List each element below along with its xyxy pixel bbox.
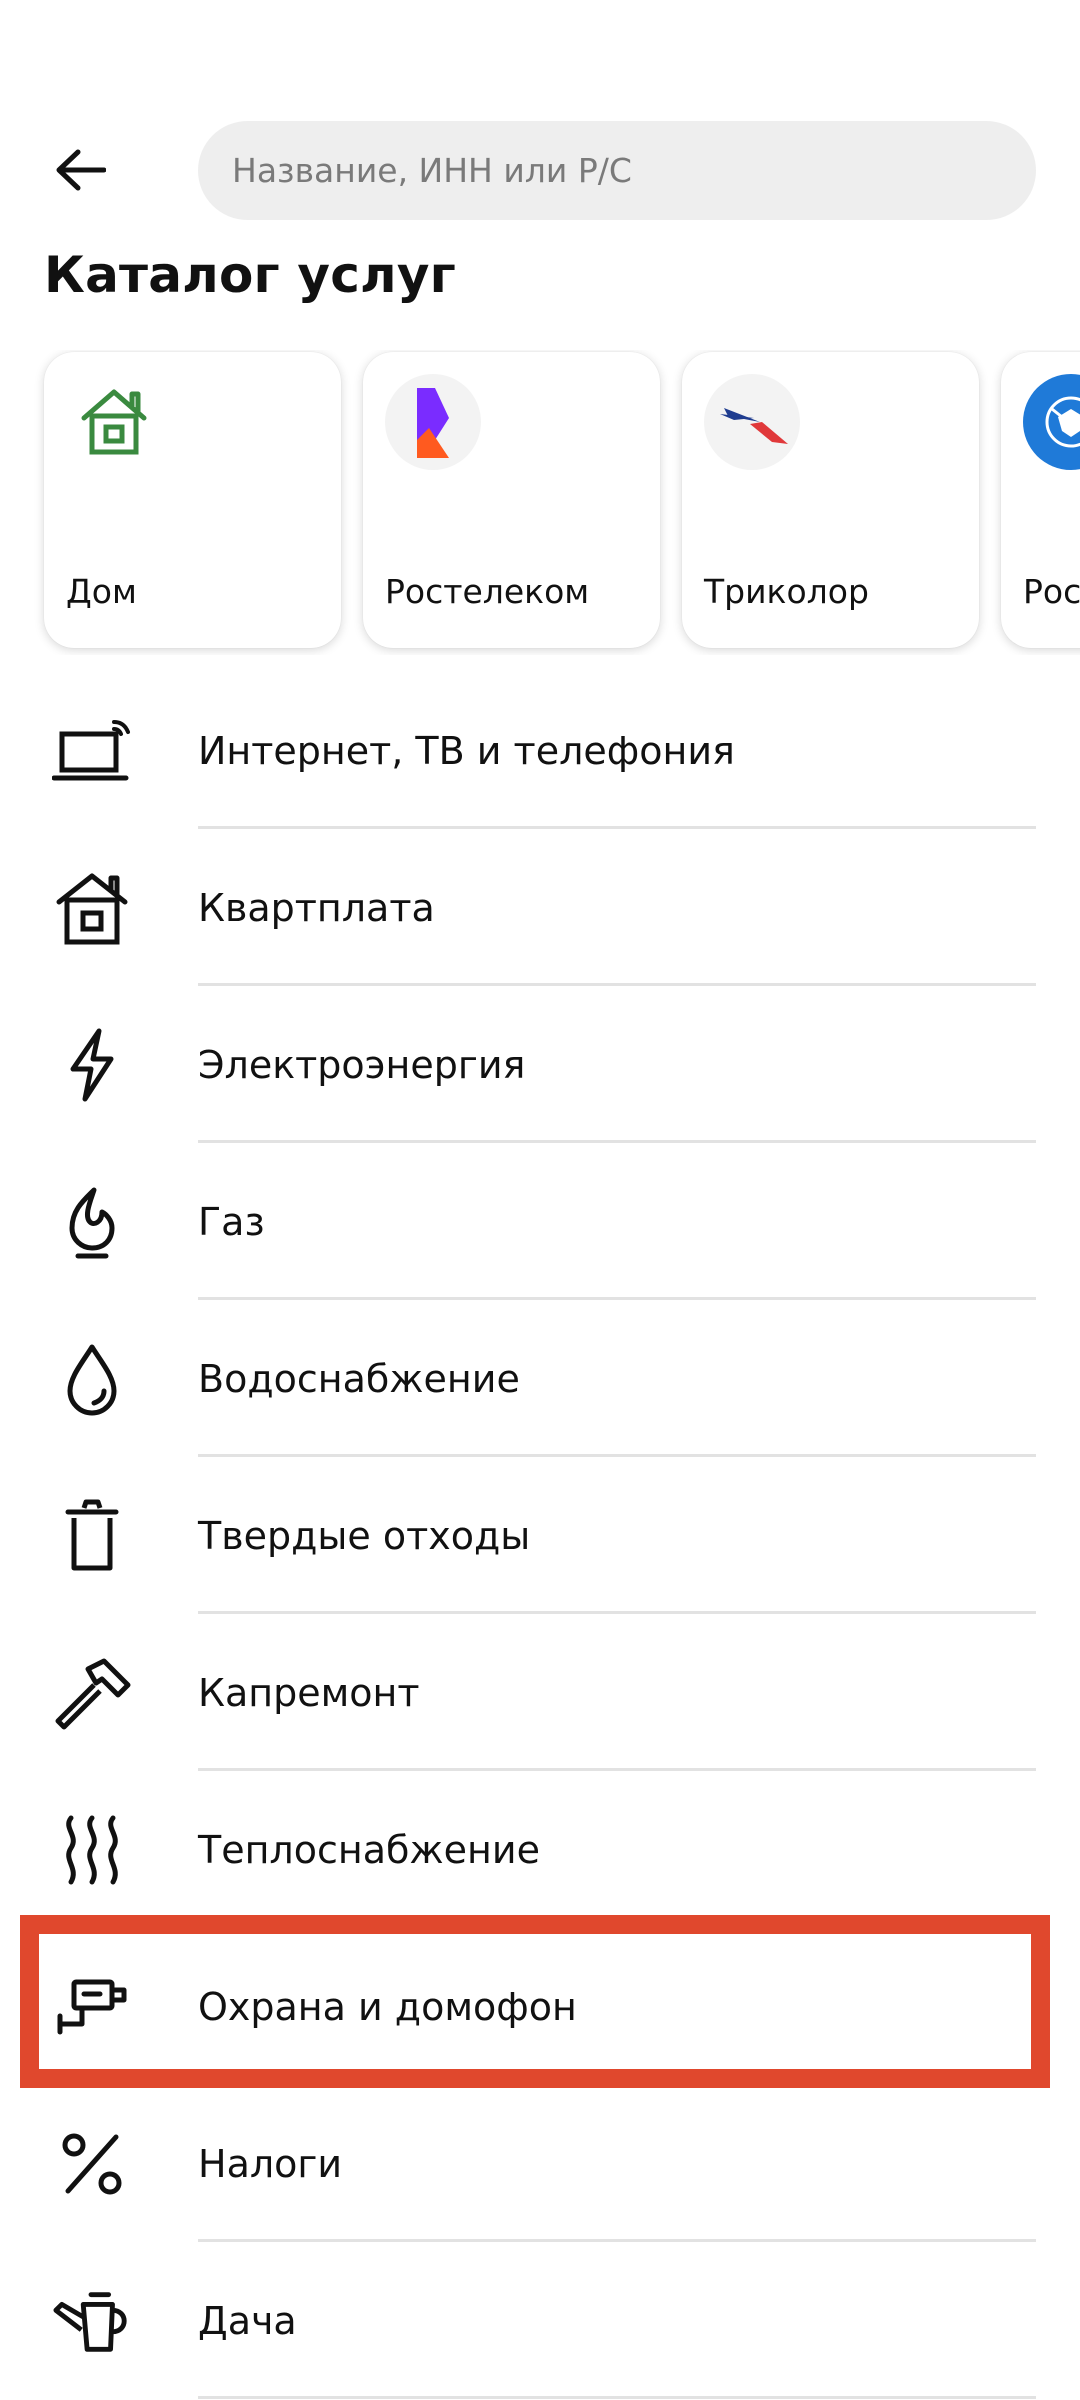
back-button[interactable] xyxy=(40,130,120,210)
list-item-gas[interactable]: Газ xyxy=(0,1143,1080,1300)
list-item-label: Электроэнергия xyxy=(198,1042,526,1087)
list-item-capital-repair[interactable]: Капремонт xyxy=(0,1614,1080,1771)
list-item-rent[interactable]: Квартплата xyxy=(0,829,1080,986)
divider xyxy=(198,2396,1036,2399)
provider-card-label: Ростелеком xyxy=(385,572,590,611)
list-item-electricity[interactable]: Электроэнергия xyxy=(0,986,1080,1143)
provider-card-partial[interactable]: Рос xyxy=(1001,352,1080,648)
house-icon xyxy=(52,868,132,948)
list-item-label: Газ xyxy=(198,1199,265,1244)
list-item-label: Интернет, ТВ и телефония xyxy=(198,728,735,773)
security-camera-icon xyxy=(52,1967,132,2047)
heat-waves-icon xyxy=(52,1810,132,1890)
provider-card-label: Триколор xyxy=(704,572,869,611)
percent-icon xyxy=(52,2124,132,2204)
tricolor-logo xyxy=(704,374,800,470)
list-item-dacha[interactable]: Дача xyxy=(0,2242,1080,2399)
list-item-water[interactable]: Водоснабжение xyxy=(0,1300,1080,1457)
list-item-label: Твердые отходы xyxy=(198,1513,531,1558)
house-logo xyxy=(66,374,162,470)
provider-card-label: Рос xyxy=(1023,572,1080,611)
emblem-logo xyxy=(1023,374,1080,470)
provider-card-rostelecom[interactable]: Ростелеком xyxy=(363,352,660,648)
lightning-icon xyxy=(52,1025,132,1105)
list-item-security[interactable]: Охрана и домофон xyxy=(0,1928,1080,2085)
trash-bin-icon xyxy=(52,1496,132,1576)
provider-card-tricolor[interactable]: Триколор xyxy=(682,352,979,648)
provider-card-home[interactable]: Дом xyxy=(44,352,341,648)
provider-carousel[interactable]: Дом Ростелеком Триколор Рос xyxy=(0,350,1080,655)
water-drop-icon xyxy=(52,1339,132,1419)
laptop-wifi-icon xyxy=(52,711,132,791)
watering-can-icon xyxy=(52,2281,132,2361)
hammer-icon xyxy=(52,1653,132,1733)
list-item-label: Охрана и домофон xyxy=(198,1984,577,2029)
arrow-left-icon xyxy=(56,149,106,191)
list-item-label: Водоснабжение xyxy=(198,1356,520,1401)
list-item-label: Квартплата xyxy=(198,885,435,930)
page-title: Каталог услуг xyxy=(44,246,456,304)
search-field[interactable] xyxy=(198,121,1036,220)
list-item-internet[interactable]: Интернет, ТВ и телефония xyxy=(0,672,1080,829)
catalog-screen: Каталог услуг Дом Ростелеком xyxy=(0,0,1080,2400)
list-item-label: Капремонт xyxy=(198,1670,420,1715)
list-item-label: Налоги xyxy=(198,2141,343,2186)
provider-card-label: Дом xyxy=(66,572,137,611)
services-list: Интернет, ТВ и телефония Квартплата Элек… xyxy=(0,672,1080,2399)
list-item-waste[interactable]: Твердые отходы xyxy=(0,1457,1080,1614)
list-item-label: Теплоснабжение xyxy=(198,1827,540,1872)
list-item-heating[interactable]: Теплоснабжение xyxy=(0,1771,1080,1928)
rostelecom-logo xyxy=(385,374,481,470)
list-item-label: Дача xyxy=(198,2298,297,2343)
search-input[interactable] xyxy=(232,151,1036,190)
list-item-taxes[interactable]: Налоги xyxy=(0,2085,1080,2242)
flame-icon xyxy=(52,1182,132,1262)
